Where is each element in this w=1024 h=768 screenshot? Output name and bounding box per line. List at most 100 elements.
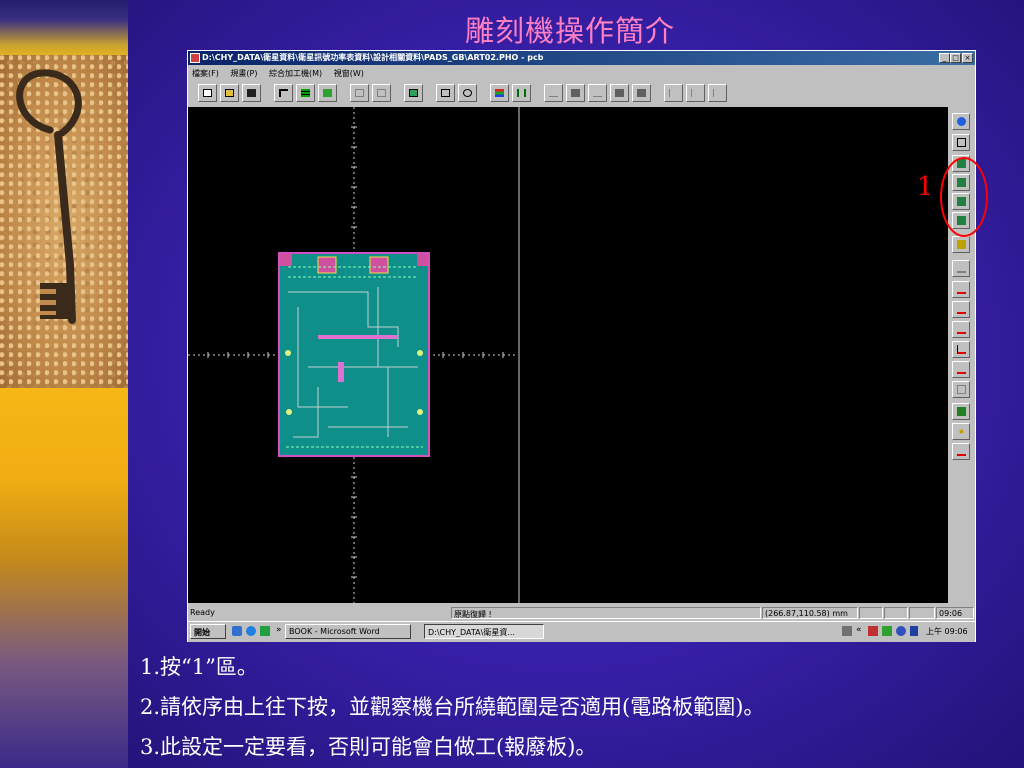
tool5-button[interactable] xyxy=(632,84,651,102)
window-titlebar[interactable]: D:\CHY_DATA\衛星資料\衛星訊號功率表資料\設計相關資料\PADS_G… xyxy=(188,51,975,65)
origin-button[interactable] xyxy=(952,134,970,151)
tray-icon-4[interactable] xyxy=(896,626,906,636)
z-up-button[interactable] xyxy=(952,260,970,277)
taskbar-clock[interactable]: 上午 09:06 xyxy=(926,626,968,637)
probe-button[interactable] xyxy=(952,403,970,420)
task-pcb[interactable]: D:\CHY_DATA\衛星資... xyxy=(424,624,544,639)
zoom-fit-icon xyxy=(441,89,450,97)
stop-button[interactable] xyxy=(952,443,970,460)
z-down-2-button[interactable] xyxy=(952,301,970,318)
measure-button[interactable] xyxy=(512,84,531,102)
status-field-1 xyxy=(859,607,883,619)
quicklaunch-app-icon[interactable] xyxy=(260,626,270,636)
z-down-3-button[interactable] xyxy=(952,321,970,338)
z-down-3-icon xyxy=(957,325,966,334)
measure-icon xyxy=(517,89,526,97)
tool3-icon xyxy=(593,89,602,97)
frame2-icon xyxy=(377,89,386,97)
tool3-button[interactable] xyxy=(588,84,607,102)
pcb-board xyxy=(278,252,430,457)
minimize-button[interactable]: _ xyxy=(939,53,950,63)
undo-button[interactable] xyxy=(274,84,293,102)
new-icon xyxy=(203,89,212,97)
tool6-button[interactable] xyxy=(664,84,683,102)
step-1: 1.按“1”區。 xyxy=(140,655,258,679)
tool8-button[interactable] xyxy=(708,84,727,102)
grid-icon xyxy=(323,89,332,97)
status-coordinates: (266.87,110.58) mm xyxy=(762,607,858,619)
quicklaunch-desktop-icon[interactable] xyxy=(232,626,242,636)
start-button[interactable]: 開始 xyxy=(190,624,226,639)
layers-icon xyxy=(301,89,310,97)
save-button[interactable] xyxy=(242,84,261,102)
layers-button[interactable] xyxy=(296,84,315,102)
tray-chevron-icon[interactable]: « xyxy=(856,625,862,635)
frame2-button[interactable] xyxy=(372,84,391,102)
pcb-canvas[interactable] xyxy=(188,107,948,603)
home-icon xyxy=(957,117,966,126)
drill-icon xyxy=(957,240,966,249)
tool1-button[interactable] xyxy=(544,84,563,102)
frame-icon xyxy=(355,89,364,97)
tray-icon-3[interactable] xyxy=(882,626,892,636)
tray-icon-2[interactable] xyxy=(868,626,878,636)
tool4-button[interactable] xyxy=(610,84,629,102)
open-button[interactable] xyxy=(220,84,239,102)
grid-button[interactable] xyxy=(318,84,337,102)
drill-button[interactable] xyxy=(952,236,970,253)
tool7-button[interactable] xyxy=(686,84,705,102)
layer-color-button[interactable] xyxy=(490,84,509,102)
slide-title: 雕刻機操作簡介 xyxy=(464,14,675,48)
status-bar: Ready 原點復歸 ! (266.87,110.58) mm 09:06 xyxy=(188,606,975,620)
tool8-icon xyxy=(713,89,722,97)
menu-machine[interactable]: 綜合加工機(M) xyxy=(265,66,327,79)
main-toolbar xyxy=(192,82,792,104)
maximize-button[interactable]: □ xyxy=(950,53,961,63)
status-field-3 xyxy=(909,607,935,619)
menu-bar: 檔案(F) 規畫(P) 綜合加工機(M) 視窗(W) xyxy=(188,66,975,80)
tool5-icon xyxy=(637,89,646,97)
z-down-4-button[interactable] xyxy=(952,341,970,358)
close-button[interactable]: × xyxy=(962,53,973,63)
z-down-5-button[interactable] xyxy=(952,361,970,378)
z-down-2-icon xyxy=(957,305,966,314)
z-down-4-icon xyxy=(957,345,966,354)
step-2: 2.請依序由上往下按，並觀察機台所繞範圍是否適用(電路板範圍)。 xyxy=(140,695,765,719)
status-field-2 xyxy=(884,607,908,619)
windows-taskbar: 開始 » BOOK - Microsoft Word D:\CHY_DATA\衛… xyxy=(188,621,975,642)
home-button[interactable] xyxy=(952,113,970,130)
pcb-view xyxy=(188,107,520,603)
z-down-1-button[interactable] xyxy=(952,281,970,298)
tool2-button[interactable] xyxy=(566,84,585,102)
probe-icon xyxy=(957,407,966,416)
zoom-icon xyxy=(463,89,472,97)
status-ready: Ready xyxy=(190,608,215,617)
quicklaunch-ie-icon[interactable] xyxy=(246,626,256,636)
application-window[interactable]: D:\CHY_DATA\衛星資料\衛星訊號功率表資料\設計相關資料\PADS_G… xyxy=(187,50,976,642)
save-icon xyxy=(247,89,256,97)
tool2-icon xyxy=(571,89,580,97)
z-up-icon xyxy=(957,264,966,273)
chevron-right-icon[interactable]: » xyxy=(276,625,282,635)
tool1-icon xyxy=(549,89,558,97)
move-button[interactable] xyxy=(952,423,970,440)
tool7-icon xyxy=(691,89,700,97)
annotation-number: 1 xyxy=(917,172,934,202)
spindle-button[interactable] xyxy=(952,381,970,398)
task-word[interactable]: BOOK - Microsoft Word xyxy=(285,624,411,639)
zoom-fit-button[interactable] xyxy=(436,84,455,102)
tray-icon-1[interactable] xyxy=(842,626,852,636)
status-message: 原點復歸 ! xyxy=(451,607,761,619)
new-button[interactable] xyxy=(198,84,217,102)
tool6-icon xyxy=(669,89,678,97)
menu-file[interactable]: 檔案(F) xyxy=(188,66,224,79)
frame-button[interactable] xyxy=(350,84,369,102)
tray-icon-5[interactable] xyxy=(910,626,918,636)
z-down-5-icon xyxy=(957,365,966,374)
zoom-button[interactable] xyxy=(458,84,477,102)
app-icon[interactable] xyxy=(190,53,200,63)
open-icon xyxy=(225,89,234,97)
calculator-button[interactable] xyxy=(404,84,423,102)
menu-window[interactable]: 視窗(W) xyxy=(330,66,369,79)
menu-plan[interactable]: 規畫(P) xyxy=(226,66,262,79)
